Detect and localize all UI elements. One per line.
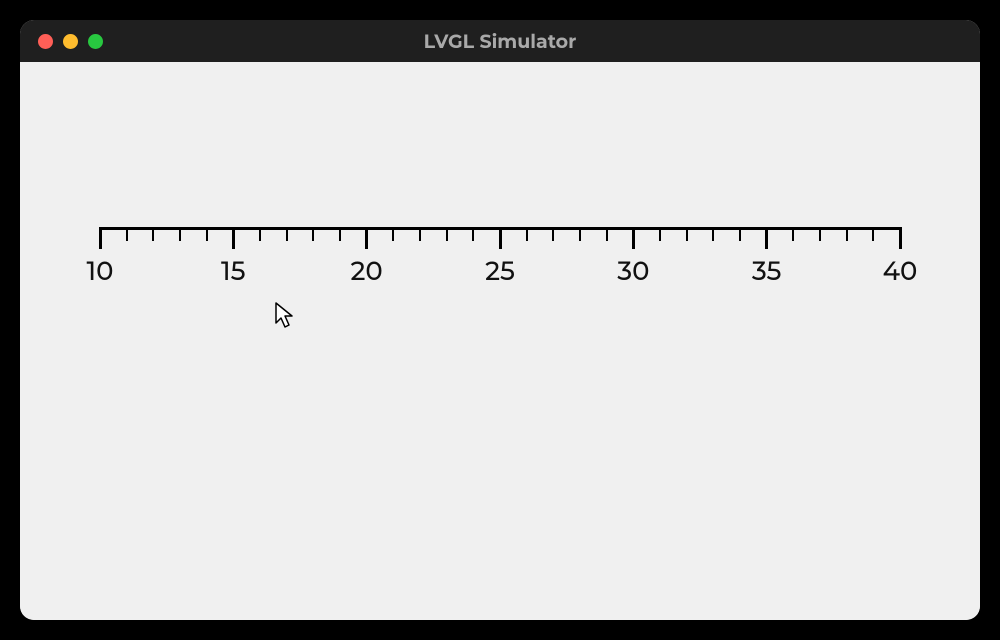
scale-tick-label: 25	[485, 255, 515, 287]
scale-tick-label: 20	[351, 255, 383, 287]
scale-tick-minor	[579, 227, 581, 241]
scale-tick-minor	[819, 227, 821, 241]
scale-tick-minor	[286, 227, 288, 241]
scale-tick-minor	[206, 227, 208, 241]
scale-tick-minor	[419, 227, 421, 241]
window-title: LVGL Simulator	[20, 30, 980, 53]
scale-tick-major	[232, 227, 235, 249]
scale-tick-minor	[659, 227, 661, 241]
scale-tick-label: 30	[617, 255, 649, 287]
scale-tick-major	[765, 227, 768, 249]
scale-tick-minor	[792, 227, 794, 241]
scale-tick-minor	[712, 227, 714, 241]
scale-tick-major	[899, 227, 902, 249]
scale-tick-minor	[446, 227, 448, 241]
scale-tick-minor	[526, 227, 528, 241]
scale-tick-minor	[179, 227, 181, 241]
scale-tick-minor	[339, 227, 341, 241]
minimize-icon[interactable]	[63, 34, 78, 49]
scale-tick-label: 40	[883, 255, 918, 287]
close-icon[interactable]	[38, 34, 53, 49]
content-area: 10 15 20 25 30 35 40	[20, 62, 980, 620]
scale-tick-minor	[259, 227, 261, 241]
scale-tick-major	[365, 227, 368, 249]
scale-tick-minor	[846, 227, 848, 241]
scale-tick-minor	[152, 227, 154, 241]
scale-tick-minor	[312, 227, 314, 241]
scale-tick-minor	[739, 227, 741, 241]
scale-tick-minor	[472, 227, 474, 241]
app-window: LVGL Simulator 10 15 20 25 30 35 40	[20, 20, 980, 620]
titlebar: LVGL Simulator	[20, 20, 980, 62]
scale-tick-major	[499, 227, 502, 249]
window-controls	[20, 34, 103, 49]
scale-tick-minor	[552, 227, 554, 241]
scale-tick-label: 35	[752, 255, 782, 287]
scale-widget: 10152025303540	[100, 227, 900, 307]
scale-tick-label: 15	[221, 255, 246, 287]
scale-tick-major	[99, 227, 102, 249]
scale-tick-minor	[126, 227, 128, 241]
scale-tick-major	[632, 227, 635, 249]
scale-tick-minor	[872, 227, 874, 241]
scale-tick-minor	[606, 227, 608, 241]
zoom-icon[interactable]	[88, 34, 103, 49]
scale-axis: 10152025303540	[100, 227, 900, 307]
scale-tick-minor	[686, 227, 688, 241]
scale-tick-label: 10	[87, 255, 114, 287]
scale-tick-minor	[392, 227, 394, 241]
